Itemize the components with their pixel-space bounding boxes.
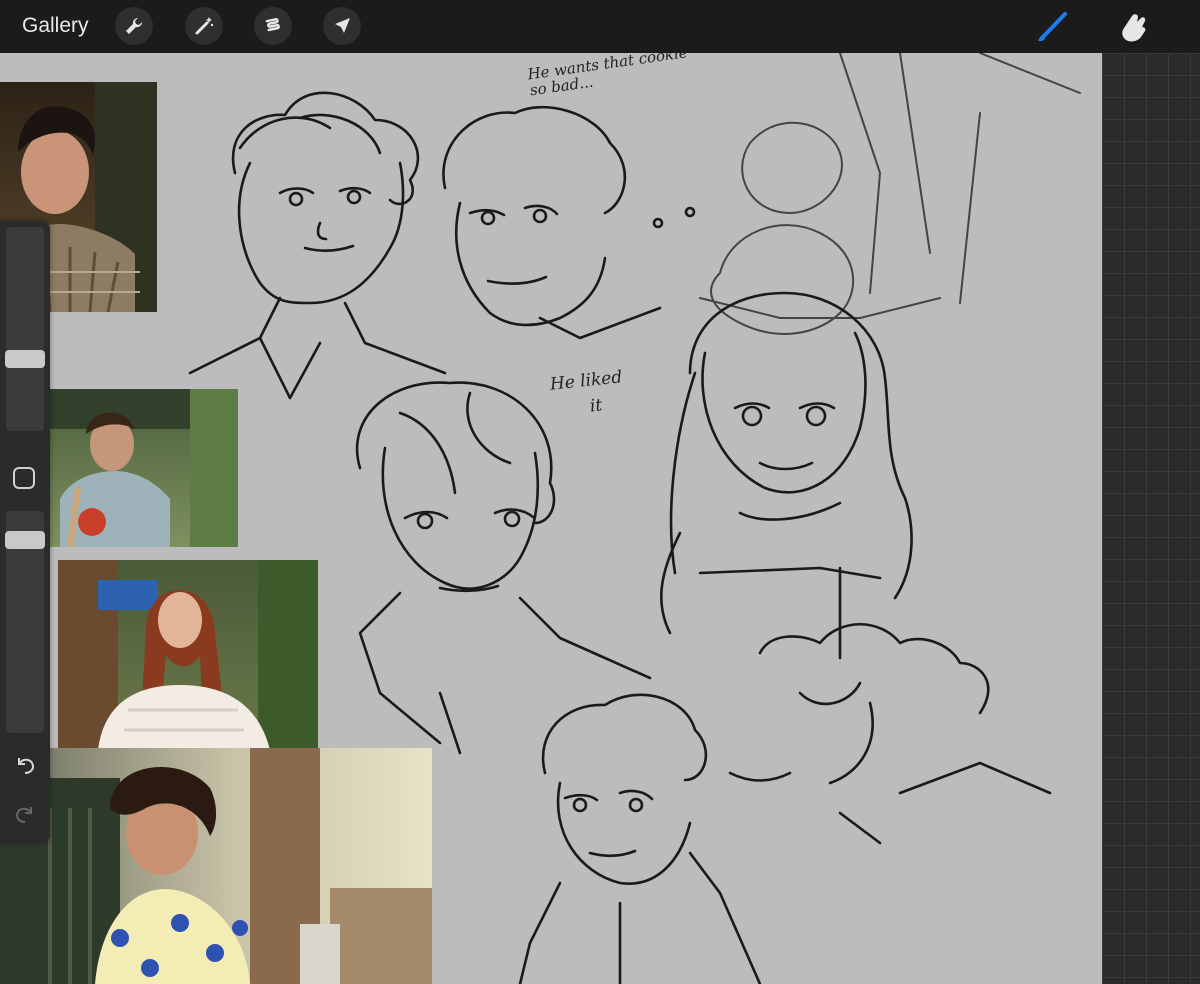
- sketch-artwork: [188, 53, 1081, 984]
- undo-icon[interactable]: [13, 752, 37, 776]
- transform-arrow-icon[interactable]: [323, 7, 361, 45]
- brush-size-slider-thumb[interactable]: [5, 350, 45, 368]
- drawing-canvas[interactable]: He wants that cookie so bad... He liked …: [0, 53, 1102, 984]
- opacity-slider-thumb[interactable]: [5, 531, 45, 549]
- sidebar-slider-panel: [0, 221, 50, 843]
- smudge-icon[interactable]: [1116, 8, 1152, 44]
- magic-wand-icon[interactable]: [185, 7, 223, 45]
- wrench-icon[interactable]: [115, 7, 153, 45]
- gallery-button[interactable]: Gallery: [22, 14, 89, 38]
- redo-icon[interactable]: [13, 801, 37, 825]
- brush-icon[interactable]: [1034, 8, 1070, 44]
- top-toolbar: Gallery: [0, 0, 1200, 53]
- note-liked-line2: it: [588, 395, 604, 417]
- modify-button[interactable]: [13, 467, 35, 489]
- canvas-margin-grid: [1102, 53, 1200, 984]
- brush-size-slider[interactable]: [6, 227, 44, 431]
- selection-icon[interactable]: [254, 7, 292, 45]
